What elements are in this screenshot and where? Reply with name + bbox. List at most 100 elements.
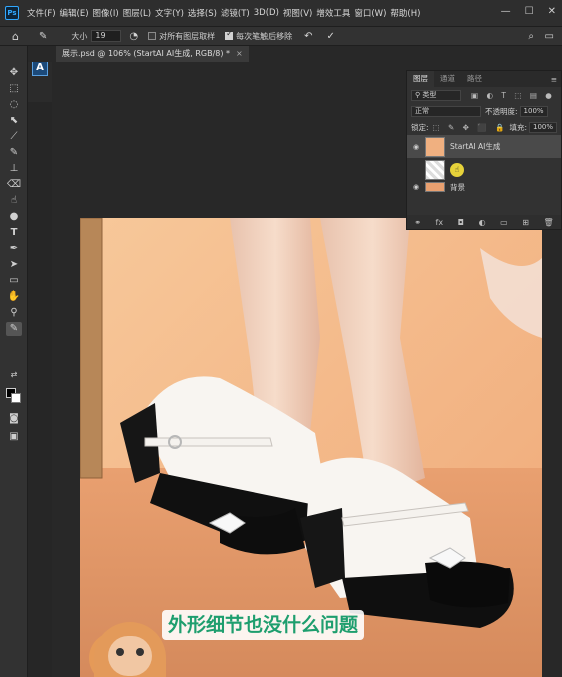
move-tool-icon[interactable]: ✥ bbox=[6, 66, 22, 80]
menu-type[interactable]: 文字(Y) bbox=[155, 7, 184, 19]
brush-size-control[interactable]: 大小 19 bbox=[71, 30, 122, 42]
filter-icons[interactable]: ▣ ◐ T ⬚ ▤ ● bbox=[471, 91, 555, 100]
startai-plugin-icon[interactable]: A bbox=[32, 60, 48, 76]
menu-3d[interactable]: 3D(D) bbox=[254, 8, 279, 18]
blend-row: 正常 不透明度: 100% bbox=[407, 103, 561, 119]
swap-colors-icon[interactable]: ⇄ bbox=[6, 368, 22, 382]
size-input[interactable]: 19 bbox=[91, 30, 122, 42]
options-bar: ⌂ ✎ 大小 19 ◔ 对所有图层取样 每次笔触后移除 ↶ ✓ ⌕ ▭ bbox=[0, 26, 562, 46]
menu-view[interactable]: 视图(V) bbox=[283, 7, 312, 19]
size-label: 大小 bbox=[71, 31, 88, 41]
remove-after-stroke-checkbox[interactable] bbox=[225, 29, 234, 40]
close-tab-icon[interactable]: × bbox=[236, 49, 243, 58]
hand-tool-icon[interactable]: ✋ bbox=[6, 290, 22, 304]
close-icon[interactable]: ✕ bbox=[548, 6, 556, 17]
layers-panel-tabs: 图层 通道 路径 ≡ bbox=[407, 71, 561, 87]
visibility-eye-icon[interactable]: ◉ bbox=[411, 183, 421, 191]
layer-thumbnail bbox=[425, 159, 445, 180]
layer-filter-value: 类型 bbox=[422, 90, 437, 99]
lock-label: 锁定: bbox=[411, 122, 429, 132]
menu-help[interactable]: 帮助(H) bbox=[390, 7, 420, 19]
lock-icons[interactable]: ⬚ ✎ ✥ ⬛ 🔒 bbox=[433, 123, 508, 132]
screen-mode-icon[interactable]: ▣ bbox=[6, 430, 22, 444]
dodge-tool-icon[interactable]: ● bbox=[6, 210, 22, 224]
pen-tool-icon[interactable]: ✒ bbox=[6, 242, 22, 256]
panel-menu-icon[interactable]: ≡ bbox=[551, 75, 557, 84]
home-icon[interactable]: ⌂ bbox=[12, 30, 19, 43]
layer-name: StartAI AI生成 bbox=[450, 142, 501, 151]
layers-panel-footer: ⚭ fx ◘ ◐ ▭ ⊞ 🗑 bbox=[407, 215, 561, 229]
menu-plugins[interactable]: 增效工具 bbox=[316, 7, 350, 19]
window-controls: — ☐ ✕ bbox=[501, 6, 556, 17]
layer-filter-select[interactable]: ⚲ 类型 bbox=[411, 89, 461, 101]
document-tab-bar: 展示.psd @ 106% (StartAI AI生成, RGB/8) * × bbox=[28, 46, 562, 62]
commit-check-icon[interactable]: ✓ bbox=[327, 31, 335, 42]
link-layers-icon[interactable]: ⚭ bbox=[414, 218, 421, 227]
healing-brush-active-icon[interactable]: ✎ bbox=[6, 322, 22, 336]
new-layer-icon[interactable]: ⊞ bbox=[522, 218, 529, 227]
eraser-tool-icon[interactable]: ⌫ bbox=[6, 178, 22, 192]
visibility-eye-icon[interactable]: ◉ bbox=[411, 143, 421, 151]
menu-filter[interactable]: 滤镜(T) bbox=[221, 7, 250, 19]
photoshop-window: Ps 文件(F) 编辑(E) 图像(I) 图层(L) 文字(Y) 选择(S) 滤… bbox=[0, 0, 562, 677]
tab-channels[interactable]: 通道 bbox=[434, 71, 461, 87]
healing-brush-tool-icon[interactable]: ✎ bbox=[39, 31, 47, 42]
search-icon[interactable]: ⌕ bbox=[528, 31, 534, 42]
type-tool-icon[interactable]: T bbox=[6, 226, 22, 240]
eyedropper-tool-icon[interactable]: ⟋ bbox=[6, 130, 22, 144]
background-color-swatch[interactable] bbox=[11, 393, 21, 403]
tab-paths[interactable]: 路径 bbox=[461, 71, 488, 87]
menu-image[interactable]: 图像(I) bbox=[93, 7, 119, 19]
add-mask-icon[interactable]: ◘ bbox=[458, 218, 464, 227]
remove-after-stroke-option[interactable]: 每次笔触后移除 bbox=[225, 29, 293, 42]
zoom-tool-icon[interactable]: ⚲ bbox=[6, 306, 22, 320]
fill-input[interactable]: 100% bbox=[528, 121, 557, 133]
layer-style-icon[interactable]: fx bbox=[436, 218, 444, 227]
menu-window[interactable]: 窗口(W) bbox=[354, 7, 386, 19]
undo-icon[interactable]: ↶ bbox=[304, 31, 312, 42]
smudge-tool-icon[interactable]: ☝ bbox=[6, 194, 22, 208]
lock-row: 锁定: ⬚ ✎ ✥ ⬛ 🔒 填充: 100% bbox=[407, 119, 561, 135]
layer-name: 背景 bbox=[450, 182, 465, 192]
path-selection-tool-icon[interactable]: ➤ bbox=[6, 258, 22, 272]
opacity-label: 不透明度: bbox=[485, 106, 518, 116]
tab-layers[interactable]: 图层 bbox=[407, 71, 434, 87]
menu-edit[interactable]: 编辑(E) bbox=[60, 7, 89, 19]
quick-mask-icon[interactable]: ◙ bbox=[6, 412, 22, 426]
opacity-input[interactable]: 100% bbox=[519, 105, 548, 117]
document-image[interactable] bbox=[80, 218, 542, 677]
adjustment-layer-icon[interactable]: ◐ bbox=[479, 218, 486, 227]
layer-row[interactable]: ◉ 背景 bbox=[407, 181, 561, 193]
fill-label: 填充: bbox=[509, 122, 527, 132]
layer-filter-row: ⚲ 类型 ▣ ◐ T ⬚ ▤ ● bbox=[407, 87, 561, 103]
sample-all-layers-checkbox[interactable] bbox=[148, 32, 157, 40]
layers-panel: 图层 通道 路径 ≡ ⚲ 类型 ▣ ◐ T ⬚ ▤ ● 正常 不透明度: 100… bbox=[406, 70, 562, 230]
cursor-hand-icon: ☝ bbox=[450, 162, 464, 177]
sample-all-layers-option[interactable]: 对所有图层取样 bbox=[148, 31, 215, 42]
menu-file[interactable]: 文件(F) bbox=[27, 7, 56, 19]
remove-after-stroke-label: 每次笔触后移除 bbox=[236, 31, 293, 41]
stamp-tool-icon[interactable]: ⊥ bbox=[6, 162, 22, 176]
marquee-tool-icon[interactable]: ⬚ bbox=[6, 82, 22, 96]
brush-settings-icon[interactable]: ◔ bbox=[129, 31, 138, 42]
menu-bar: Ps 文件(F) 编辑(E) 图像(I) 图层(L) 文字(Y) 选择(S) 滤… bbox=[0, 0, 562, 26]
maximize-icon[interactable]: ☐ bbox=[525, 6, 534, 17]
workspace-icon[interactable]: ▭ bbox=[545, 31, 554, 42]
delete-layer-icon[interactable]: 🗑 bbox=[544, 218, 554, 227]
layer-row[interactable]: ☝ bbox=[407, 158, 561, 181]
new-group-icon[interactable]: ▭ bbox=[500, 218, 508, 227]
layer-row[interactable]: ◉ StartAI AI生成 bbox=[407, 135, 561, 158]
tools-panel: ✥ ⬚ ◌ ⬉ ⟋ ✎ ⊥ ⌫ ☝ ● T ✒ ➤ ▭ ✋ ⚲ ✎ ⇄ ◙ ▣ bbox=[0, 46, 28, 677]
layer-thumbnail bbox=[425, 182, 445, 192]
object-selection-tool-icon[interactable]: ⬉ bbox=[6, 114, 22, 128]
shoe-photo-illustration bbox=[80, 218, 542, 677]
menu-layer[interactable]: 图层(L) bbox=[123, 7, 151, 19]
menu-select[interactable]: 选择(S) bbox=[188, 7, 217, 19]
blend-mode-select[interactable]: 正常 bbox=[411, 105, 481, 117]
rectangle-tool-icon[interactable]: ▭ bbox=[6, 274, 22, 288]
lasso-tool-icon[interactable]: ◌ bbox=[6, 98, 22, 112]
sample-all-layers-label: 对所有图层取样 bbox=[159, 31, 216, 41]
brush-tool-icon[interactable]: ✎ bbox=[6, 146, 22, 160]
minimize-icon[interactable]: — bbox=[501, 6, 511, 17]
document-tab[interactable]: 展示.psd @ 106% (StartAI AI生成, RGB/8) * × bbox=[56, 46, 249, 62]
